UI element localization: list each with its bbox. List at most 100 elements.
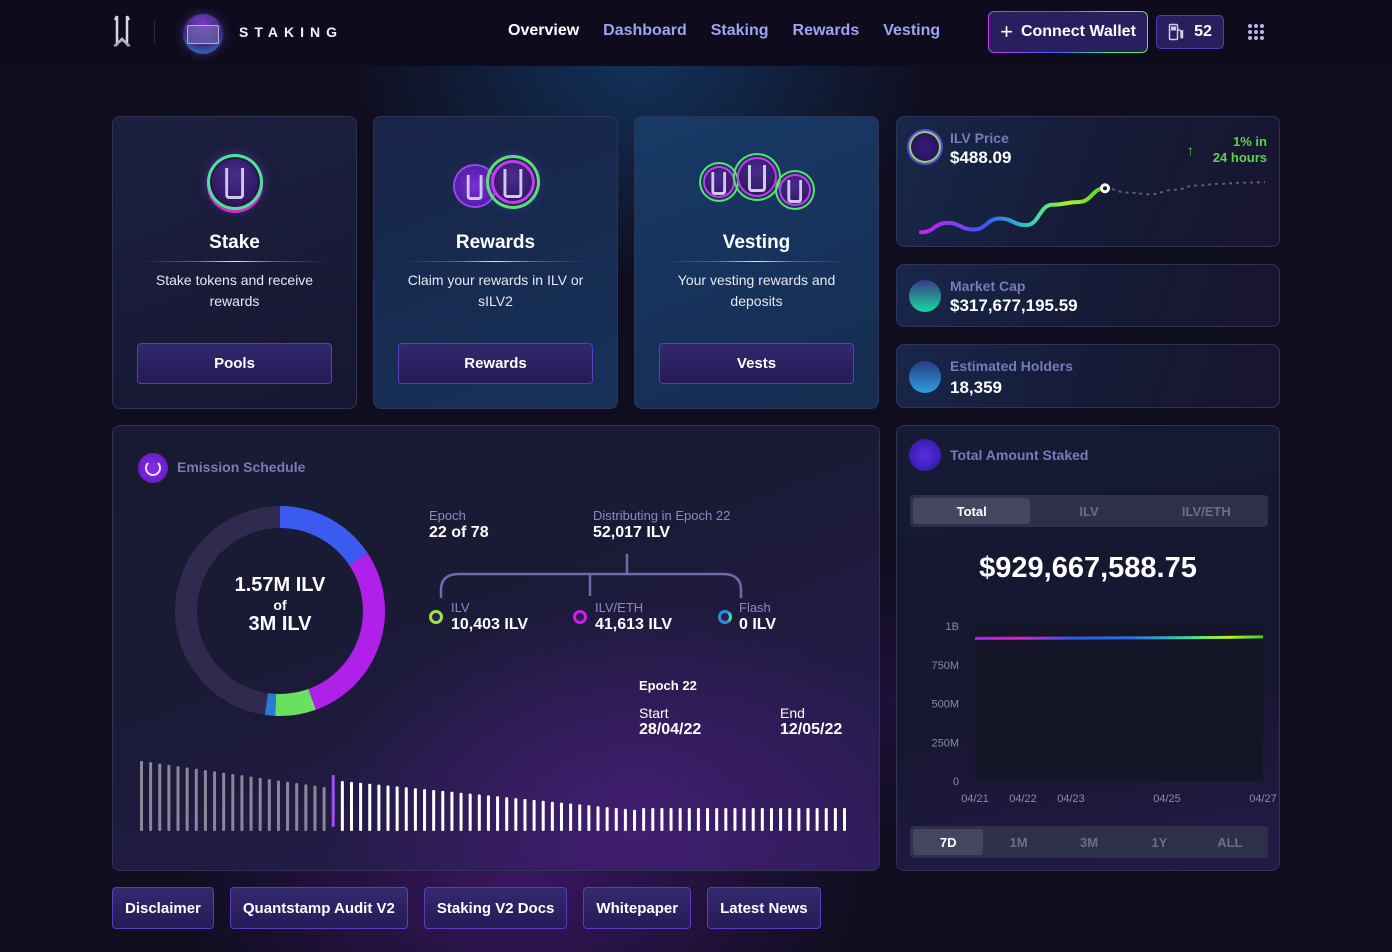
epoch-bar (541, 800, 545, 831)
epoch-bar (203, 770, 207, 831)
total-staked-card: Total Amount Staked Total ILV ILV/ETH $9… (896, 425, 1280, 871)
epoch-bar (468, 793, 472, 831)
epoch-bar (441, 790, 445, 831)
total-amount: 3M ILV (248, 613, 312, 635)
tab-ilv-eth[interactable]: ILV/ETH (1148, 498, 1265, 524)
epoch-bar (706, 808, 710, 831)
flash-pool-dot (718, 610, 732, 624)
epoch-bar (660, 808, 664, 831)
holders-label: Estimated Holders (950, 358, 1073, 374)
epoch-bar (678, 808, 682, 831)
total-staked-chart: 0 250M 500M 750M 1B 04/21 04/22 04/23 04/25 04/27 (931, 621, 1277, 805)
whitepaper-link[interactable]: Whitepaper (583, 887, 692, 929)
news-link[interactable]: Latest News (707, 887, 821, 929)
tab-ilv[interactable]: ILV (1030, 498, 1147, 524)
epoch-bar (459, 792, 463, 831)
epoch-bar (550, 801, 554, 831)
epoch-bar (395, 786, 399, 831)
epoch-label: Epoch (429, 508, 466, 523)
epoch-bar (486, 795, 490, 831)
range-1m[interactable]: 1M (983, 829, 1053, 855)
ilv-eth-pool-value: 41,613 ILV (595, 616, 673, 633)
donut-segment-green (275, 688, 316, 716)
price-projection-line (1104, 181, 1266, 196)
holders-value: 18,359 (950, 378, 1002, 397)
epoch-bar (833, 808, 837, 831)
x-tick-label: 04/22 (1009, 793, 1037, 805)
market-cap-icon (909, 280, 941, 312)
stake-card: Stake Stake tokens and receive rewards P… (112, 116, 357, 409)
market-cap-card: Market Cap $317,677,195.59 (896, 264, 1280, 327)
epoch-bar (696, 808, 700, 831)
apps-grid-icon[interactable] (1248, 24, 1264, 40)
start-label: Start (639, 705, 669, 721)
nav-dashboard[interactable]: Dashboard (603, 22, 687, 40)
nav-rewards[interactable]: Rewards (793, 22, 860, 40)
rewards-button[interactable]: Rewards (398, 343, 593, 384)
epoch-bar (532, 799, 536, 831)
top-bar: STAKING Overview Dashboard Staking Rewar… (0, 0, 1392, 66)
epoch-bar (432, 790, 436, 831)
rewards-card: Rewards Claim your rewards in ILV or sIL… (373, 116, 618, 409)
epoch-bar (276, 780, 280, 831)
gas-value: 52 (1194, 23, 1212, 40)
epoch-bar (149, 762, 153, 831)
epoch-bar (176, 766, 180, 831)
epoch-bar (779, 808, 783, 831)
epoch-bar (404, 787, 408, 831)
range-7d[interactable]: 7D (913, 829, 984, 855)
epoch-bar (614, 808, 618, 831)
epoch-bar (505, 797, 509, 831)
card-description: Your vesting rewards and deposits (677, 272, 836, 309)
epoch-bar (669, 808, 673, 831)
stake-coin-icon (113, 147, 356, 217)
epoch-bar (258, 777, 262, 831)
donut-segment-blue (279, 506, 368, 566)
epoch-bar (249, 776, 253, 831)
range-1y[interactable]: 1Y (1124, 829, 1194, 855)
audit-link[interactable]: Quantstamp Audit V2 (229, 887, 408, 929)
holders-icon (909, 361, 941, 393)
x-tick-label: 04/27 (1249, 793, 1277, 805)
y-tick-label: 0 (953, 776, 959, 788)
disclaimer-link[interactable]: Disclaimer (112, 887, 214, 929)
distributing-label: Distributing in Epoch 22 (593, 508, 731, 523)
distribution-bracket (439, 554, 743, 598)
gas-pump-icon (1168, 23, 1184, 41)
epoch-bar (213, 771, 217, 831)
card-description: Claim your rewards in ILV or sILV2 (407, 272, 584, 309)
nav-vesting[interactable]: Vesting (883, 22, 940, 40)
connect-wallet-button[interactable]: + Connect Wallet (988, 11, 1148, 53)
ilv-eth-pool-dot (573, 610, 587, 624)
end-date: 12/05/22 (780, 721, 843, 738)
epoch-bar (605, 807, 609, 831)
vests-button[interactable]: Vests (659, 343, 854, 384)
x-tick-label: 04/23 (1057, 793, 1085, 805)
emission-schedule-card: Emission Schedule 1.57M ILV of 3M ILV Ep… (112, 425, 880, 871)
connect-wallet-label: Connect Wallet (1020, 23, 1136, 40)
gas-price-button[interactable]: 52 (1156, 15, 1224, 49)
ilv-pool-label: ILV (451, 600, 470, 615)
pools-button[interactable]: Pools (137, 343, 332, 384)
epoch-bar (578, 804, 582, 831)
app-title: STAKING (239, 24, 343, 40)
price-current-marker-dot (1103, 186, 1107, 191)
epoch-bars-chart (140, 761, 847, 831)
range-3m[interactable]: 3M (1054, 829, 1124, 855)
docs-link[interactable]: Staking V2 Docs (423, 887, 568, 929)
x-tick-label: 04/25 (1153, 793, 1181, 805)
card-title: Rewards (455, 232, 536, 253)
range-all[interactable]: ALL (1195, 829, 1265, 855)
epoch-bar (349, 781, 353, 831)
illuvium-logo-icon[interactable] (112, 14, 132, 50)
epoch-bar (514, 798, 518, 831)
epoch-bar (623, 808, 627, 831)
tab-total[interactable]: Total (913, 498, 1031, 524)
epoch-bar (824, 808, 828, 831)
ilv-price-sparkline (919, 181, 1266, 235)
epoch-bar (140, 761, 143, 831)
nav-overview[interactable]: Overview (508, 22, 579, 40)
total-staked-value: $929,667,588.75 (979, 552, 1197, 584)
nav-staking[interactable]: Staking (711, 22, 769, 40)
holders-card: Estimated Holders 18,359 (896, 344, 1280, 408)
